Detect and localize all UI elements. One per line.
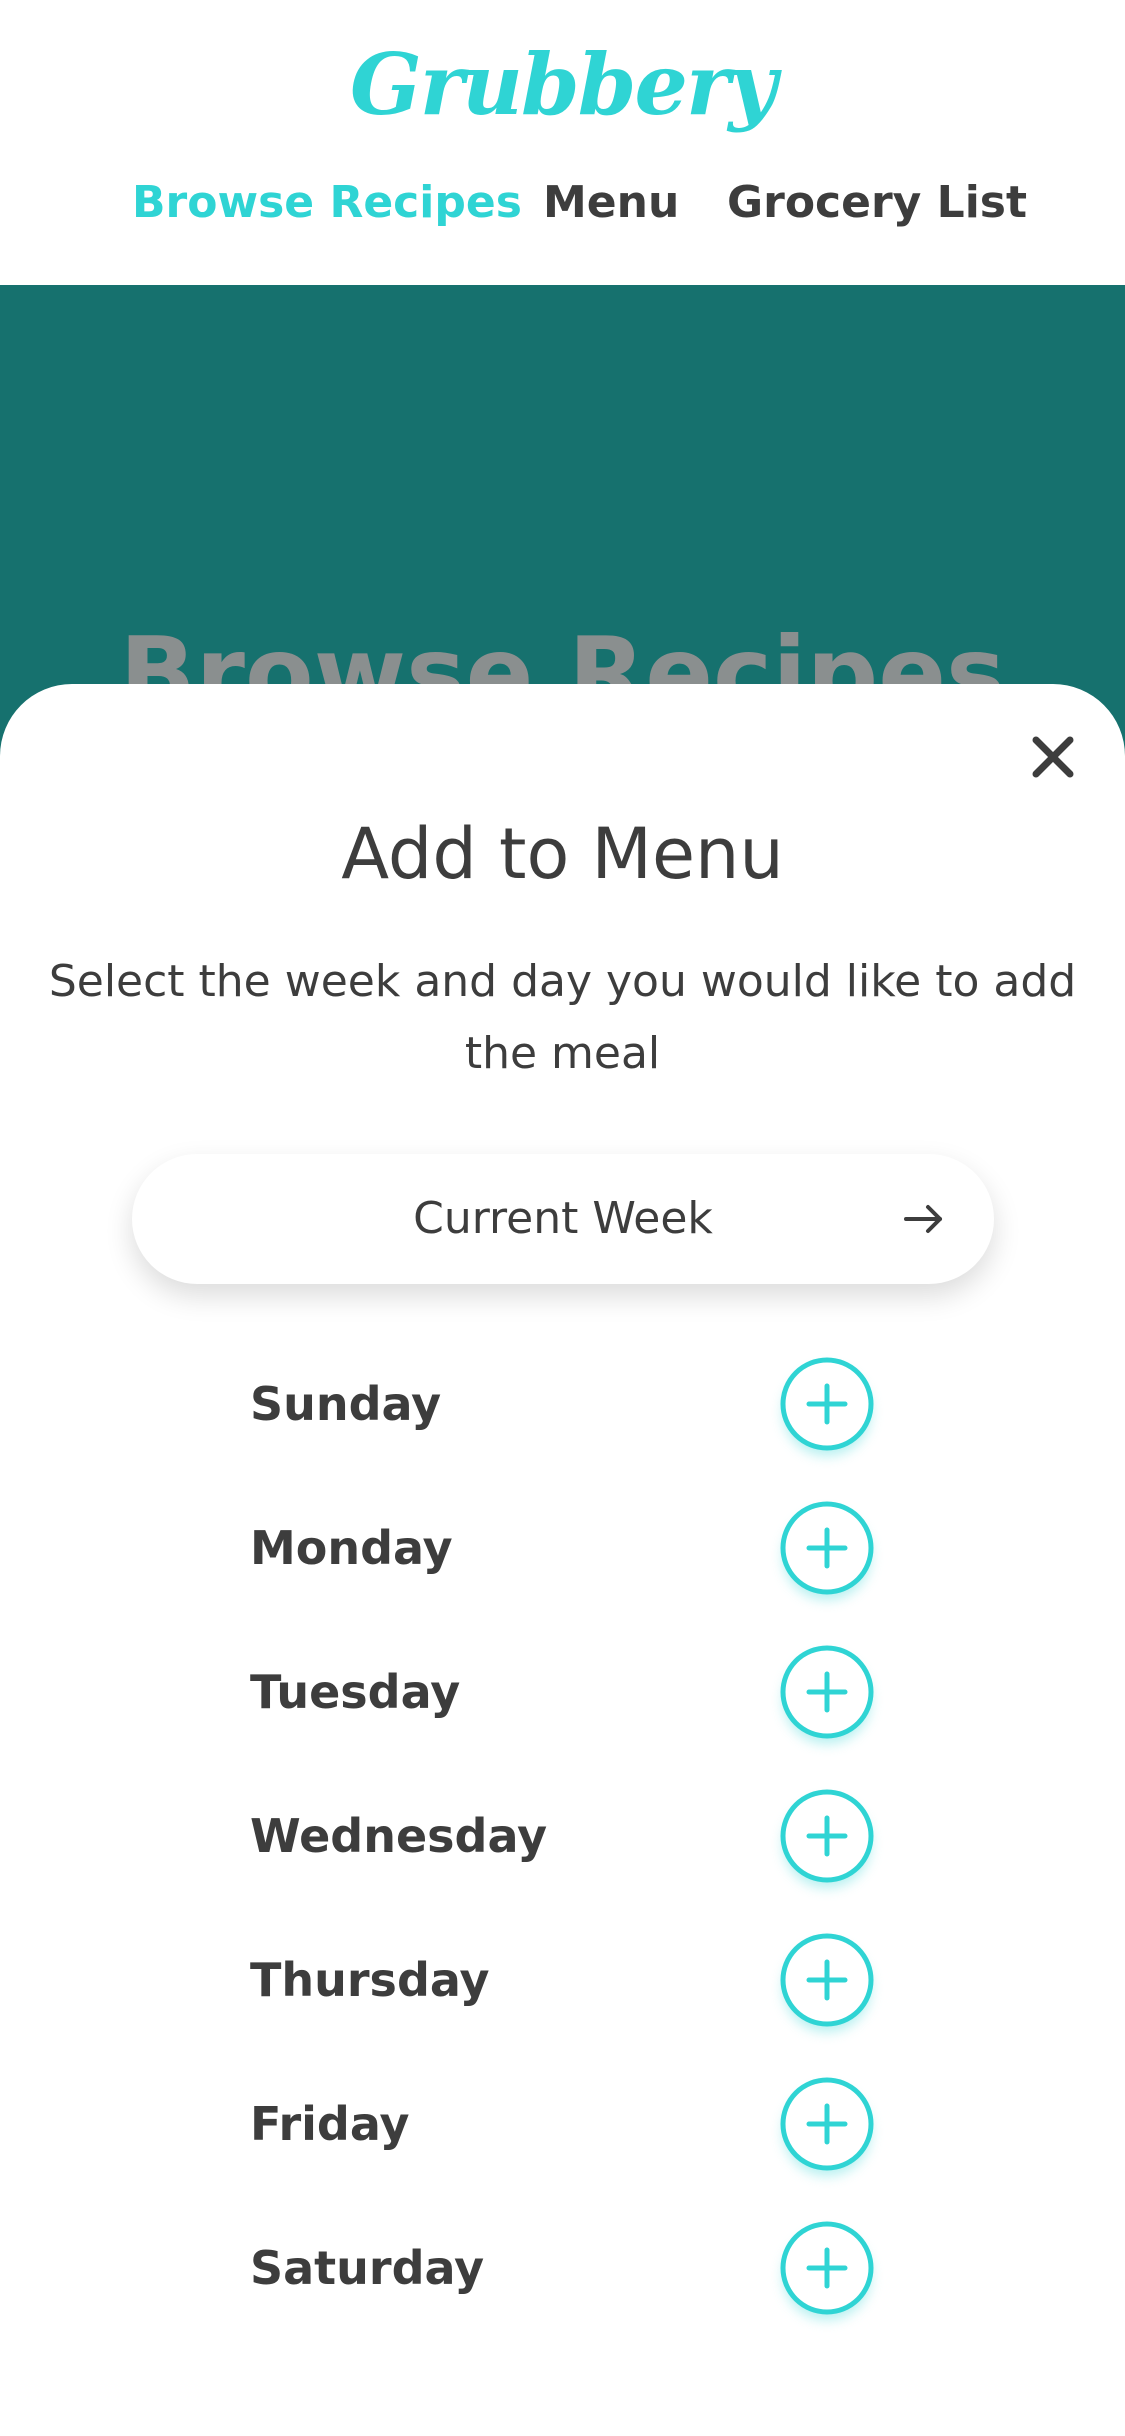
day-label: Sunday	[250, 1377, 442, 1431]
close-button[interactable]	[1028, 732, 1078, 782]
plus-icon	[780, 2221, 874, 2315]
main-nav: Browse Recipes Menu Grocery List	[0, 168, 1125, 238]
day-row-thursday: Thursday	[0, 1930, 1125, 2030]
sheet-title: Add to Menu	[341, 813, 784, 895]
app-header: Grubbery Browse Recipes Menu Grocery Lis…	[0, 0, 1125, 285]
day-label: Saturday	[250, 2241, 485, 2295]
day-label: Friday	[250, 2097, 410, 2151]
plus-icon	[780, 2077, 874, 2171]
day-label: Tuesday	[250, 1665, 461, 1719]
add-sunday-button[interactable]	[779, 1356, 875, 1452]
close-icon	[1028, 732, 1078, 782]
add-wednesday-button[interactable]	[779, 1788, 875, 1884]
day-row-saturday: Saturday	[0, 2218, 1125, 2318]
plus-icon	[780, 1357, 874, 1451]
day-row-monday: Monday	[0, 1498, 1125, 1598]
add-thursday-button[interactable]	[779, 1932, 875, 2028]
day-label: Wednesday	[250, 1809, 548, 1863]
nav-grocery-list[interactable]: Grocery List	[727, 168, 1027, 238]
add-monday-button[interactable]	[779, 1500, 875, 1596]
nav-menu[interactable]: Menu	[543, 168, 679, 238]
day-row-sunday: Sunday	[0, 1354, 1125, 1454]
day-row-tuesday: Tuesday	[0, 1642, 1125, 1742]
add-tuesday-button[interactable]	[779, 1644, 875, 1740]
day-label: Thursday	[250, 1953, 490, 2007]
day-label: Monday	[250, 1521, 453, 1575]
week-selector-label: Current Week	[413, 1193, 713, 1244]
add-saturday-button[interactable]	[779, 2220, 875, 2316]
plus-icon	[780, 1789, 874, 1883]
week-selector[interactable]: Current Week	[132, 1154, 994, 1284]
arrow-right-icon	[902, 1197, 946, 1241]
day-row-wednesday: Wednesday	[0, 1786, 1125, 1886]
plus-icon	[780, 1645, 874, 1739]
add-friday-button[interactable]	[779, 2076, 875, 2172]
sheet-description: Select the week and day you would like t…	[48, 956, 1077, 1079]
plus-icon	[780, 1501, 874, 1595]
nav-browse-recipes[interactable]: Browse Recipes	[132, 168, 522, 238]
day-row-friday: Friday	[0, 2074, 1125, 2174]
add-to-menu-sheet: Add to Menu Select the week and day you …	[0, 684, 1125, 2436]
plus-icon	[780, 1933, 874, 2027]
app-logo[interactable]: Grubbery	[0, 30, 1125, 140]
